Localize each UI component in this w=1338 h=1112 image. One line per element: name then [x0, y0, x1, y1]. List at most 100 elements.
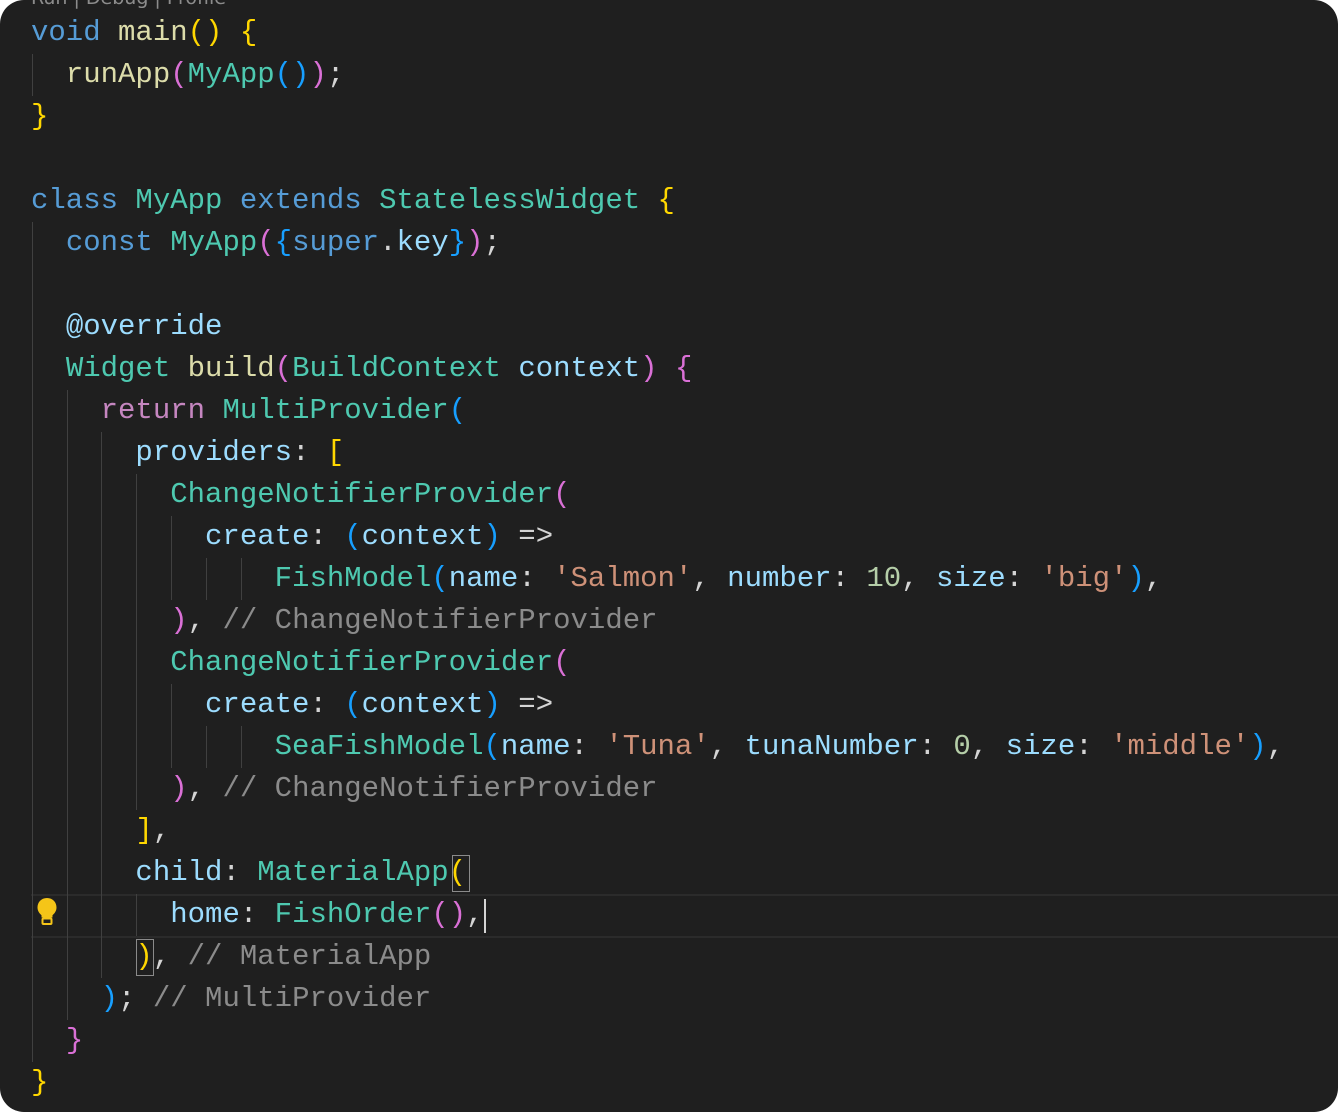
code-line[interactable]: return MultiProvider(	[31, 390, 1284, 432]
code-token: ()	[274, 58, 310, 91]
code-token: ,	[466, 898, 484, 931]
code-line[interactable]: ],	[31, 810, 1284, 852]
code-line[interactable]: child: MaterialApp(	[31, 852, 1284, 894]
code-token: )	[466, 226, 484, 259]
code-token: {	[657, 184, 675, 217]
code-token: key	[396, 226, 449, 259]
code-token: StatelessWidget	[379, 184, 641, 217]
code-token: MyApp	[135, 184, 223, 217]
code-token: ;	[326, 58, 345, 91]
code-token: void	[31, 16, 101, 49]
code-lines[interactable]: void main() { runApp(MyApp());} class MyA…	[31, 12, 1284, 1104]
code-token: .	[379, 226, 397, 259]
code-line[interactable]: }	[31, 1020, 1284, 1062]
code-line[interactable]	[31, 264, 1284, 306]
code-token: (	[257, 226, 275, 259]
code-token: size	[1005, 730, 1076, 763]
code-line[interactable]: runApp(MyApp());	[31, 54, 1284, 96]
code-token: ,	[1266, 730, 1285, 763]
code-line[interactable]: ), // ChangeNotifierProvider	[31, 768, 1284, 810]
code-token: =>	[500, 688, 554, 721]
code-line[interactable]: home: FishOrder(),	[31, 894, 1284, 936]
code-token: :	[918, 730, 954, 763]
code-token: child	[135, 856, 223, 889]
code-token: ,	[187, 772, 223, 805]
code-token: (	[170, 58, 188, 91]
code-line[interactable]: providers: [	[31, 432, 1284, 474]
code-token: MyApp	[170, 226, 258, 259]
code-line[interactable]: void main() {	[31, 12, 1284, 54]
code-line[interactable]: const MyApp({super.key});	[31, 222, 1284, 264]
code-line[interactable]: create: (context) =>	[31, 684, 1284, 726]
code-token: (	[448, 856, 467, 889]
code-token: )	[309, 58, 327, 91]
code-token: FishModel	[274, 562, 432, 595]
code-line[interactable]: }	[31, 96, 1284, 138]
code-token: 10	[866, 562, 902, 595]
code-line[interactable]: ), // MaterialApp	[31, 936, 1284, 978]
code-token: BuildContext	[292, 352, 501, 385]
code-line[interactable]: SeaFishModel(name: 'Tuna', tunaNumber: 0…	[31, 726, 1284, 768]
code-line[interactable]: @override	[31, 306, 1284, 348]
code-editor[interactable]: Run | Debug | Profile void main() { runA…	[0, 0, 1338, 1112]
code-token: build	[187, 352, 275, 385]
code-line[interactable]: class MyApp extends StatelessWidget {	[31, 180, 1284, 222]
code-token: 'middle'	[1110, 730, 1250, 763]
code-line[interactable]: Widget build(BuildContext context) {	[31, 348, 1284, 390]
code-line[interactable]: ChangeNotifierProvider(	[31, 642, 1284, 684]
code-line[interactable]: ); // MultiProvider	[31, 978, 1284, 1020]
code-line[interactable]: ), // ChangeNotifierProvider	[31, 600, 1284, 642]
code-token: MyApp	[187, 58, 275, 91]
code-token: :	[518, 562, 554, 595]
code-token: ,	[152, 814, 171, 847]
code-line[interactable]: }	[31, 1062, 1284, 1104]
code-line[interactable]	[31, 138, 1284, 180]
code-token: )	[1127, 562, 1145, 595]
code-token: context	[518, 352, 641, 385]
code-token: tunaNumber	[744, 730, 919, 763]
code-token: // ChangeNotifierProvider	[222, 772, 658, 805]
code-line[interactable]: FishModel(name: 'Salmon', number: 10, si…	[31, 558, 1284, 600]
code-token: }	[31, 1066, 49, 1099]
code-token: (	[483, 730, 501, 763]
codelens-run-debug-profile[interactable]: Run | Debug | Profile	[31, 0, 226, 8]
code-token: :	[292, 436, 327, 469]
code-token: return	[100, 394, 206, 427]
code-line[interactable]: create: (context) =>	[31, 516, 1284, 558]
code-token: )	[1249, 730, 1267, 763]
code-token: =>	[500, 520, 554, 553]
code-token: 'Tuna'	[605, 730, 710, 763]
code-token: 'big'	[1040, 562, 1128, 595]
code-token: )	[170, 772, 188, 805]
code-token: main	[118, 16, 188, 49]
code-token: ,	[187, 604, 223, 637]
code-token: size	[936, 562, 1006, 595]
code-token: }	[65, 1024, 84, 1057]
code-token: providers	[135, 436, 293, 469]
code-token: [	[326, 436, 345, 469]
code-token: ,	[901, 562, 937, 595]
code-token: ChangeNotifierProvider	[170, 646, 554, 679]
lightbulb-icon[interactable]	[36, 897, 58, 925]
code-token: :	[239, 898, 275, 931]
code-token: ;	[118, 982, 153, 1015]
code-token: (	[344, 520, 362, 553]
code-token: )	[483, 688, 501, 721]
code-line[interactable]: ChangeNotifierProvider(	[31, 474, 1284, 516]
code-token: extends	[239, 184, 362, 217]
